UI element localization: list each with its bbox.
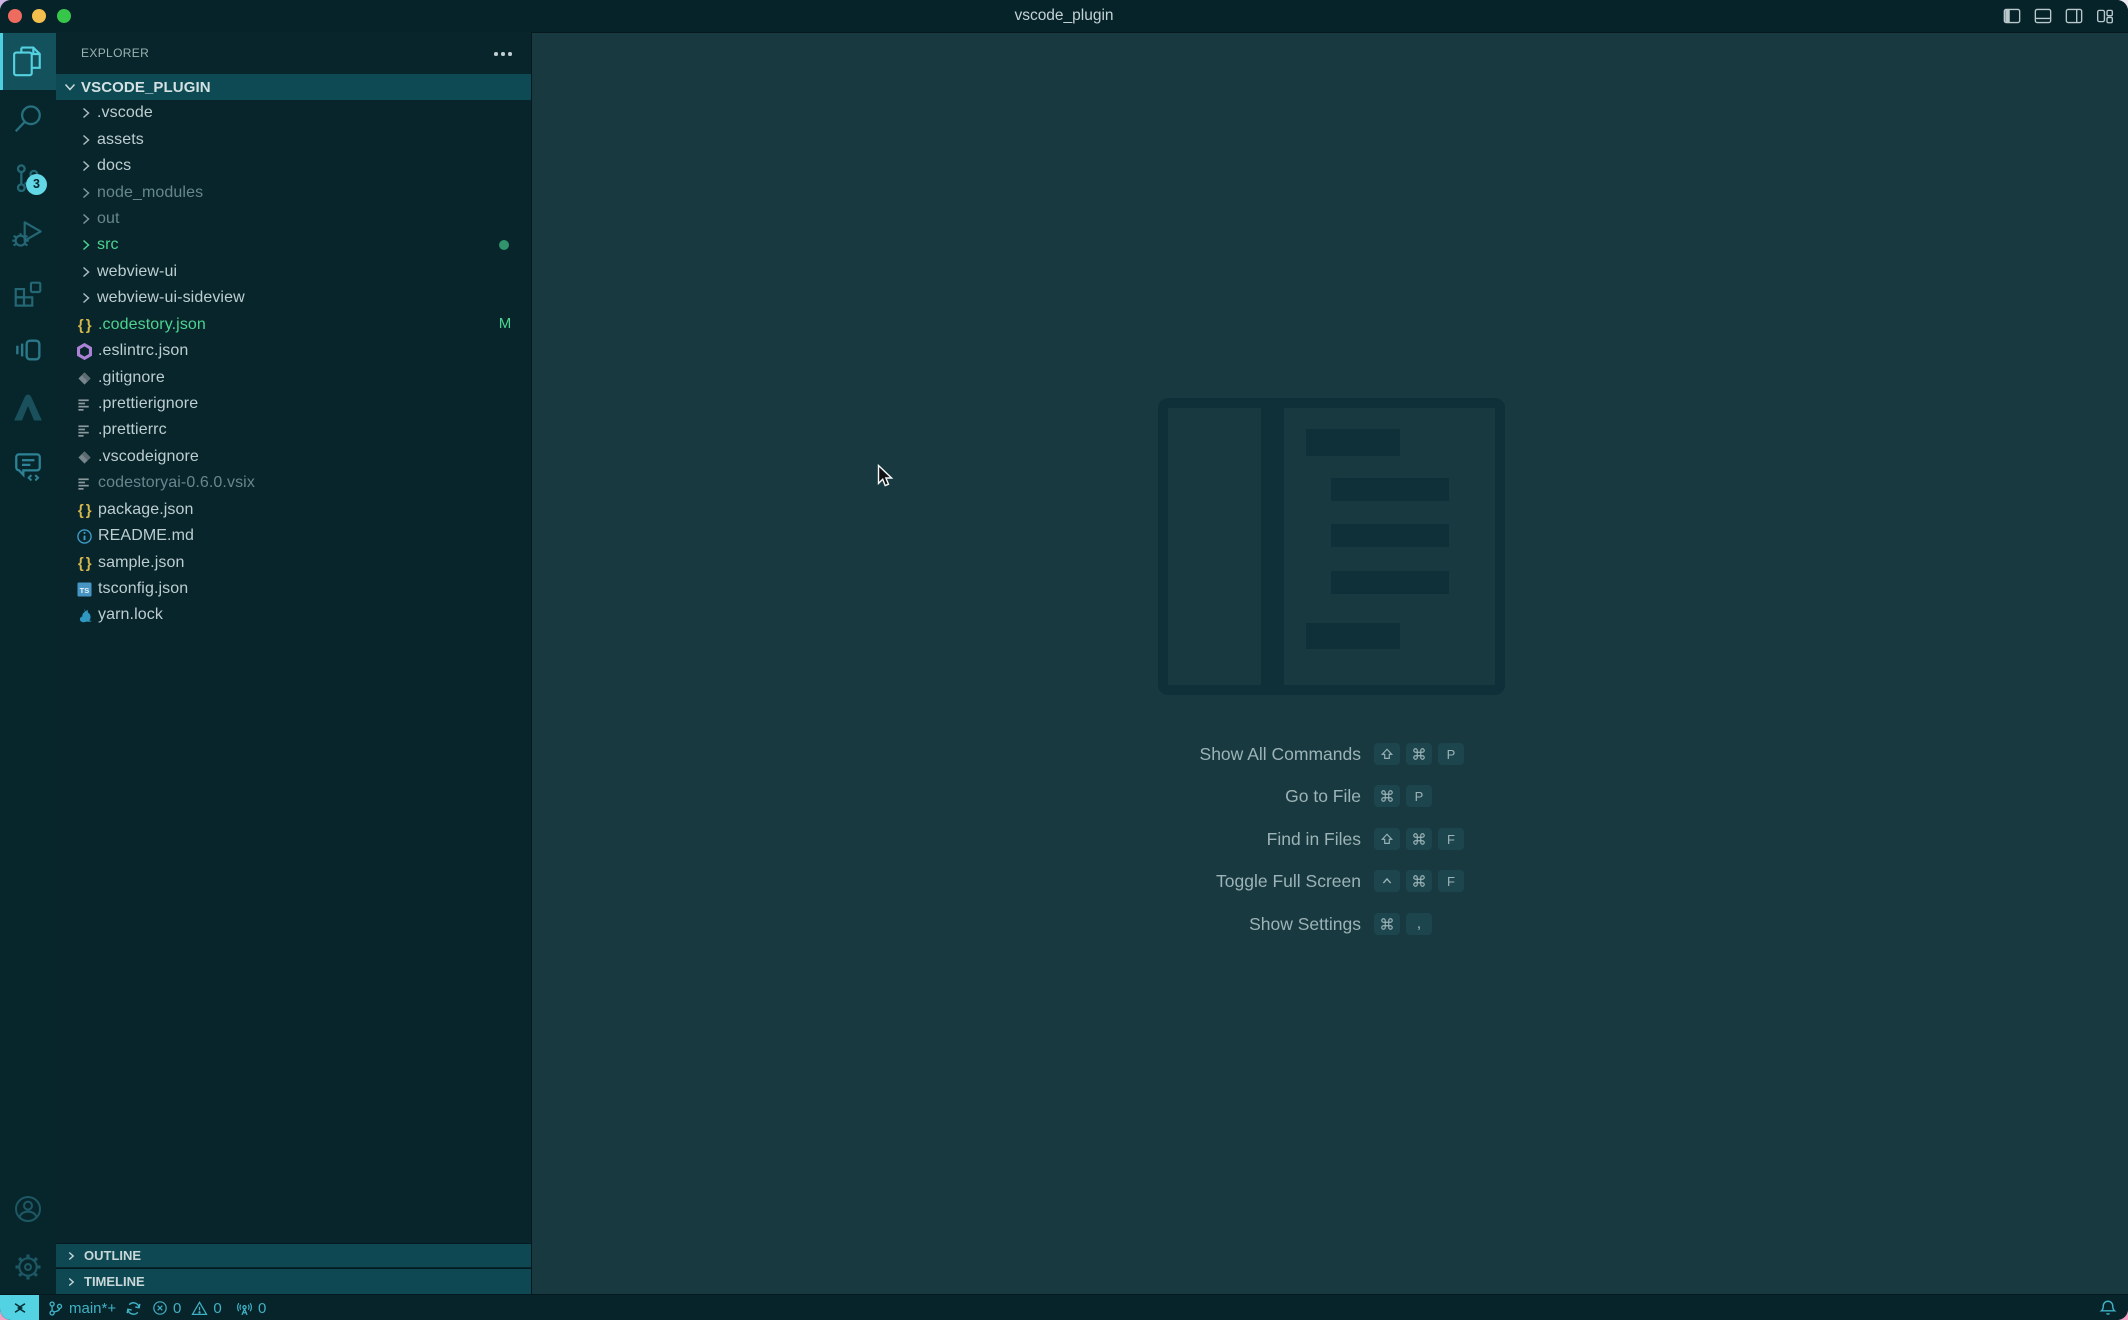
svg-text:TS: TS [80, 585, 90, 594]
